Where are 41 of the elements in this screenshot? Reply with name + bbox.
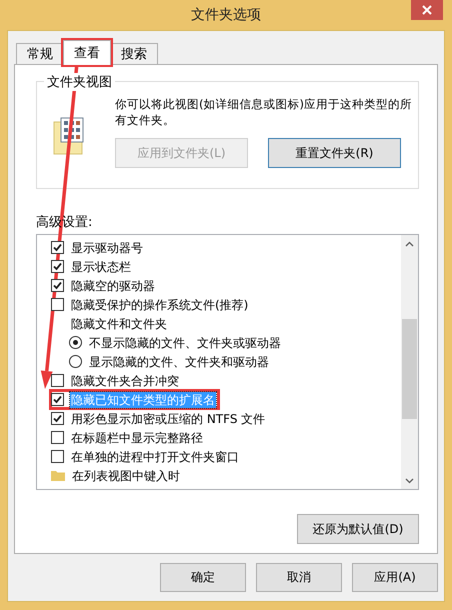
setting-label[interactable]: 隐藏空的驱动器 <box>70 278 156 294</box>
checkbox[interactable] <box>51 412 64 425</box>
checkbox[interactable] <box>51 374 64 387</box>
window-title: 文件夹选项 <box>191 6 261 24</box>
scroll-down-icon[interactable] <box>405 478 414 484</box>
setting-label[interactable]: 显示隐藏的文件、文件夹和驱动器 <box>88 354 270 370</box>
checkbox[interactable] <box>51 450 64 463</box>
checkbox[interactable] <box>51 260 64 273</box>
setting-label[interactable]: 隐藏受保护的操作系统文件(推荐) <box>70 296 250 312</box>
setting-label[interactable]: 显示状态栏 <box>70 258 132 274</box>
setting-label[interactable]: 不显示隐藏的文件、文件夹或驱动器 <box>88 334 282 350</box>
dialog-button[interactable]: 确定 <box>160 563 246 592</box>
checkbox[interactable] <box>51 431 64 444</box>
group-title: 文件夹视图 <box>44 73 115 91</box>
scroll-up-icon[interactable] <box>405 241 414 247</box>
folder-icon <box>51 470 65 481</box>
setting-label[interactable]: 在列表视图中键入时 <box>71 468 181 484</box>
setting-label[interactable]: 在标题栏中显示完整路径 <box>70 430 204 446</box>
checkbox[interactable] <box>51 279 64 292</box>
checkbox[interactable] <box>51 298 64 311</box>
dialog-button[interactable]: 取消 <box>256 563 342 592</box>
restore-defaults-button[interactable]: 还原为默认值(D) <box>297 514 419 544</box>
description-text: 你可以将此视图(如详细信息或图标)应用于这种类型的所有文件夹。 <box>115 96 413 128</box>
tab[interactable]: 搜索 <box>110 43 158 64</box>
checkbox[interactable] <box>51 241 64 254</box>
close-icon <box>421 4 433 16</box>
scrollbar[interactable] <box>401 235 418 489</box>
setting-label[interactable]: 显示驱动器号 <box>70 240 144 256</box>
setting-label[interactable]: 在单独的进程中打开文件夹窗口 <box>70 448 240 464</box>
setting-label[interactable]: 用彩色显示加密或压缩的 NTFS 文件 <box>70 410 266 426</box>
close-button[interactable] <box>411 0 443 20</box>
tab[interactable]: 常规 <box>16 43 64 64</box>
tab[interactable]: 查看 <box>63 40 111 65</box>
radio-button[interactable] <box>69 336 82 349</box>
checkbox[interactable] <box>51 393 64 406</box>
dialog-button[interactable]: 应用(A) <box>352 563 438 592</box>
radio-button[interactable] <box>69 355 82 368</box>
setting-label[interactable]: 隐藏文件夹合并冲突 <box>70 372 180 388</box>
setting-label: 隐藏文件和文件夹 <box>70 316 168 332</box>
scroll-thumb[interactable] <box>402 319 417 419</box>
reset-folders-button[interactable]: 重置文件夹(R) <box>268 138 401 168</box>
